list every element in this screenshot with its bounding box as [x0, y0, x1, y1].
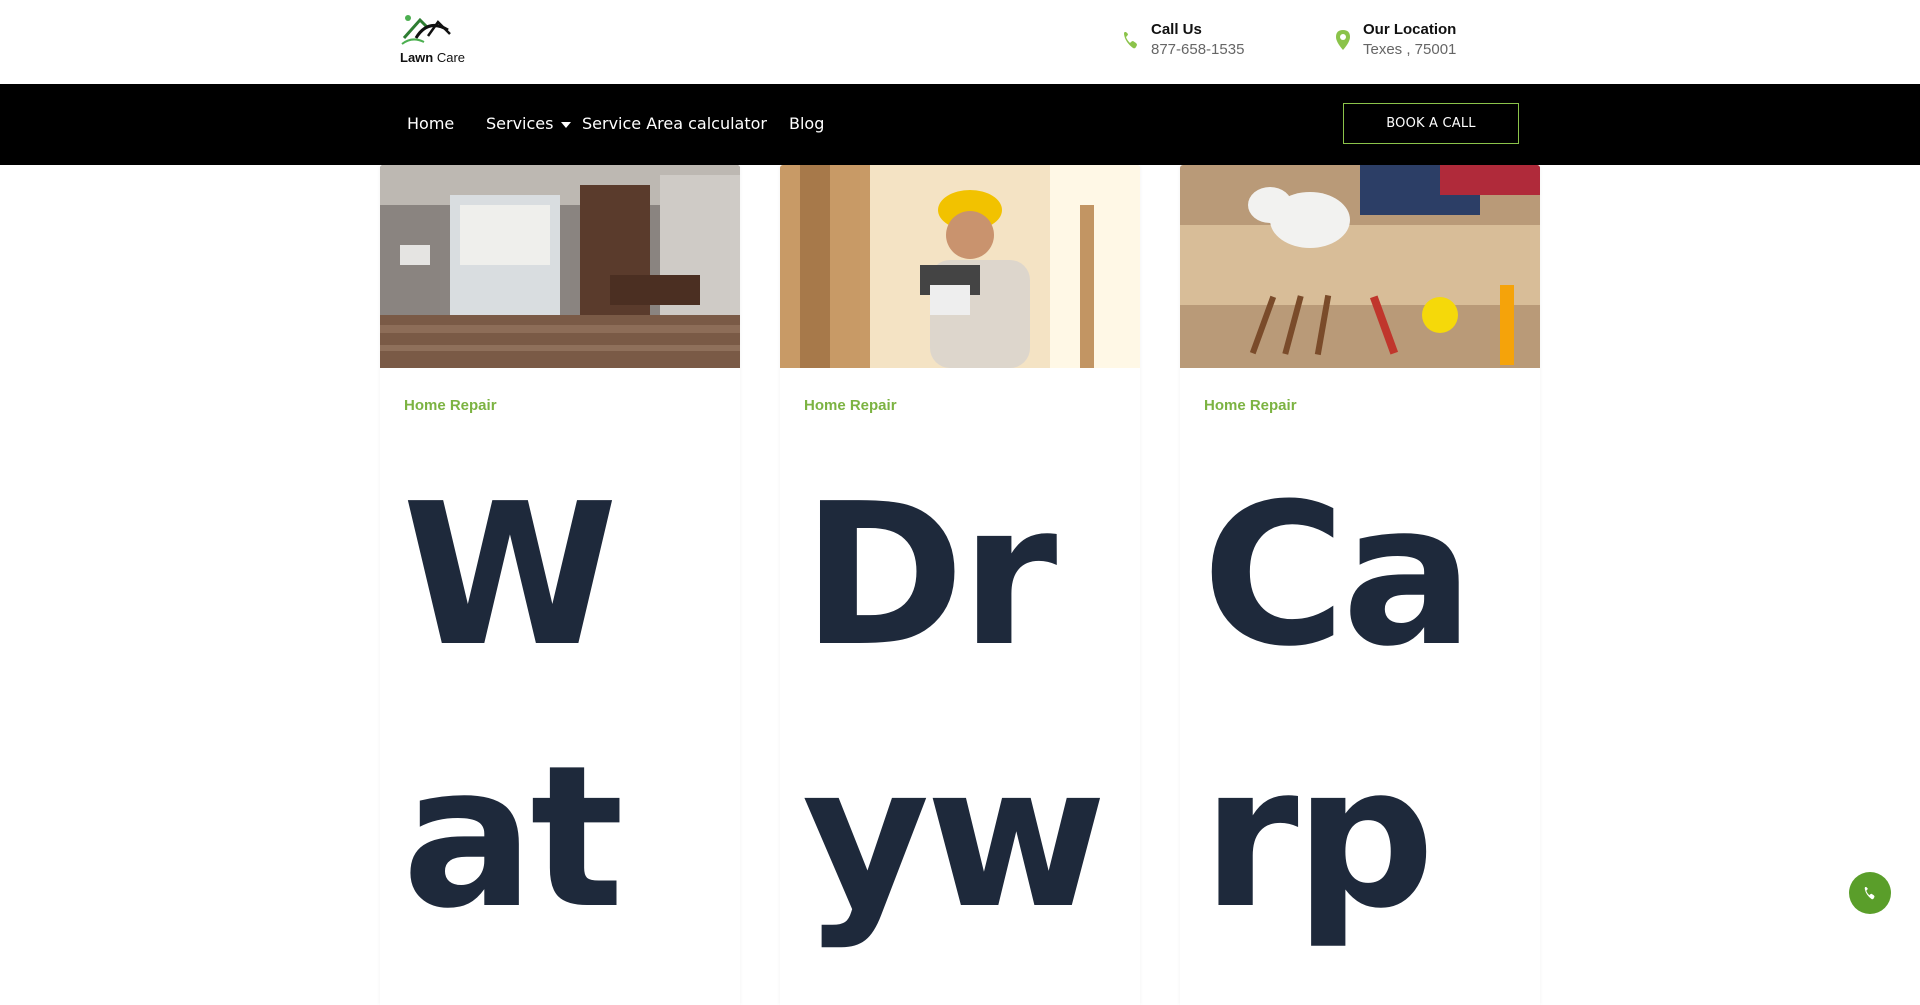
call-us-label: Call Us — [1151, 21, 1202, 38]
logo-house-icon — [401, 15, 451, 45]
top-header: Lawn Care Call Us 877-658-1535 Our Locat… — [0, 0, 1920, 84]
card-title-line: Dr — [802, 462, 1057, 690]
location-pin-icon — [1336, 30, 1350, 50]
nav-service-area-calculator[interactable]: Service Area calculator — [582, 114, 767, 133]
logo-text: Lawn Care — [400, 50, 466, 65]
nav-blog[interactable]: Blog — [789, 114, 824, 133]
blog-card[interactable]: Home Repair Dr yw — [780, 165, 1140, 1005]
location-label: Our Location — [1363, 21, 1457, 38]
main-nav: Home Services Service Area calculator Bl… — [0, 84, 1920, 165]
phone-icon — [1864, 887, 1875, 900]
floating-call-button[interactable] — [1849, 872, 1891, 914]
card-title-line: rp — [1202, 724, 1435, 952]
card-category[interactable]: Home Repair — [404, 397, 497, 414]
card-title-line: Ca — [1202, 462, 1474, 690]
location-value: Texes , 75001 — [1363, 41, 1457, 58]
call-us-block[interactable]: Call Us 877-658-1535 — [1121, 20, 1281, 60]
location-block: Our Location Texes , 75001 — [1333, 20, 1493, 60]
card-title-line: W — [402, 462, 618, 690]
blog-card[interactable]: Home Repair W at — [380, 165, 740, 1005]
card-title-line: at — [402, 724, 624, 952]
card-title-line: yw — [802, 724, 1107, 952]
nav-home[interactable]: Home — [407, 114, 454, 133]
card-title[interactable]: W at — [402, 445, 732, 969]
blog-card[interactable]: Home Repair Ca rp — [1180, 165, 1540, 1005]
card-image-carpentry[interactable] — [1180, 165, 1540, 368]
card-image-worker[interactable] — [780, 165, 1140, 368]
card-title[interactable]: Ca rp — [1202, 445, 1532, 969]
card-title[interactable]: Dr yw — [802, 445, 1132, 969]
call-us-number[interactable]: 877-658-1535 — [1151, 41, 1244, 58]
nav-services-label: Services — [486, 114, 554, 133]
phone-icon — [1124, 32, 1137, 49]
book-a-call-button[interactable]: BOOK A CALL — [1343, 103, 1519, 144]
site-logo[interactable]: Lawn Care — [398, 8, 468, 68]
card-category[interactable]: Home Repair — [804, 397, 897, 414]
nav-services[interactable]: Services — [486, 114, 572, 133]
card-image-bathroom[interactable] — [380, 165, 740, 368]
card-category[interactable]: Home Repair — [1204, 397, 1297, 414]
chevron-down-icon — [561, 121, 572, 128]
